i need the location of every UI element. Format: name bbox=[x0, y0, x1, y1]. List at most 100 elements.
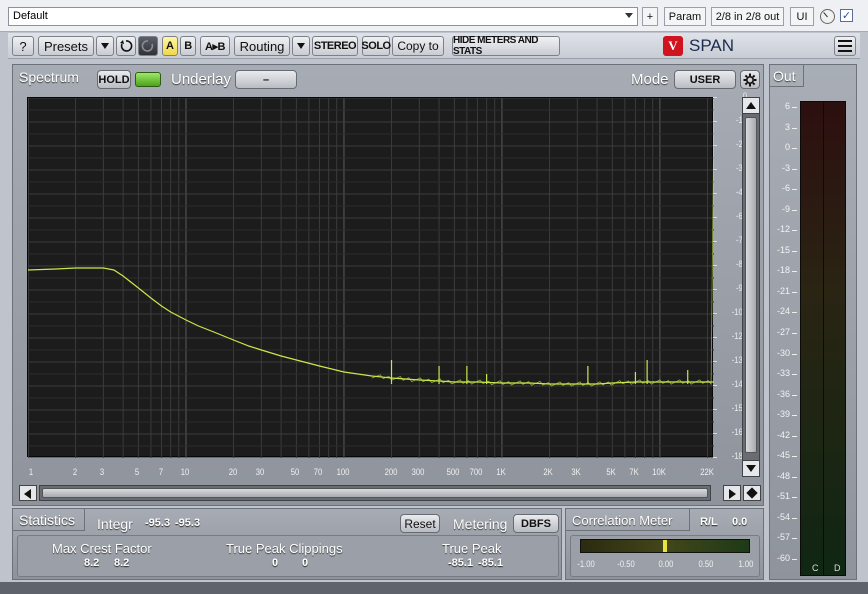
out-tick-label: -54 bbox=[776, 511, 790, 522]
crest-factor-label: Max Crest Factor bbox=[52, 541, 152, 556]
y-tick-mark bbox=[713, 121, 717, 122]
x-tick-label: 10 bbox=[180, 467, 190, 477]
arrow-down-icon bbox=[746, 465, 756, 472]
y-tick-mark bbox=[713, 265, 717, 266]
span-plugin-window: Default + Param 2/8 in 2/8 out UI ✓ ? Pr… bbox=[0, 0, 868, 594]
correlation-marker bbox=[663, 540, 667, 552]
x-tick-label: 7K bbox=[629, 467, 640, 477]
out-tick-mark bbox=[792, 250, 797, 252]
integr-label: Integr bbox=[97, 516, 133, 532]
menu-button[interactable] bbox=[834, 36, 856, 56]
hide-meters-button[interactable]: HIDE METERS AND STATS bbox=[452, 35, 560, 57]
a-button[interactable]: A bbox=[162, 36, 178, 56]
correlation-mode-label: R/L bbox=[700, 516, 718, 528]
chevron-down-icon bbox=[101, 43, 109, 49]
param-button[interactable]: Param bbox=[664, 7, 706, 26]
gear-icon bbox=[743, 73, 757, 86]
horizontal-scrollbar[interactable] bbox=[19, 485, 761, 501]
out-tick-label: -15 bbox=[776, 244, 790, 255]
copy-to-button[interactable]: Copy to bbox=[392, 36, 444, 56]
voxengo-logo-icon: V bbox=[663, 36, 683, 56]
presets-dropdown-button[interactable] bbox=[96, 36, 114, 56]
out-tick-mark bbox=[792, 394, 797, 396]
true-peak-clippings-label: True Peak Clippings bbox=[226, 541, 343, 556]
ui-button[interactable]: UI bbox=[790, 7, 814, 26]
y-tick-mark bbox=[713, 409, 717, 410]
y-tick-mark bbox=[713, 433, 717, 434]
scroll-down-button[interactable] bbox=[743, 460, 759, 476]
undo-button[interactable] bbox=[116, 36, 136, 56]
routing-button[interactable]: Routing bbox=[234, 36, 290, 56]
presets-button[interactable]: Presets bbox=[38, 36, 94, 56]
scroll-up-button[interactable] bbox=[743, 98, 759, 114]
host-status-strip bbox=[0, 582, 868, 594]
correlation-bar bbox=[580, 539, 750, 553]
hold-button[interactable]: HOLD bbox=[97, 70, 131, 89]
out-tick-mark bbox=[792, 230, 797, 232]
preset-dropdown[interactable]: Default bbox=[8, 7, 638, 26]
help-button[interactable]: ? bbox=[12, 36, 34, 56]
out-tick-mark bbox=[792, 209, 797, 211]
out-tick-label: 3 bbox=[784, 121, 790, 132]
x-tick-label: 7 bbox=[158, 467, 163, 477]
settings-button[interactable] bbox=[740, 70, 760, 89]
x-tick-label: 700 bbox=[470, 467, 483, 477]
channel-c-label: C bbox=[812, 563, 819, 573]
scroll-right-button[interactable] bbox=[723, 485, 741, 501]
io-button[interactable]: 2/8 in 2/8 out bbox=[711, 7, 784, 26]
metering-select[interactable]: DBFS bbox=[513, 514, 559, 533]
stereo-button[interactable]: STEREO bbox=[312, 36, 358, 56]
out-tick-label: -6 bbox=[781, 183, 790, 194]
reset-button[interactable]: Reset bbox=[400, 514, 440, 533]
x-tick-label: 50 bbox=[291, 467, 300, 477]
out-tick-mark bbox=[792, 353, 797, 355]
underlay-label: Underlay bbox=[171, 71, 232, 88]
out-tick-label: -21 bbox=[776, 285, 790, 296]
correlation-tick-label: -0.50 bbox=[617, 559, 635, 569]
correlation-tick-label: 0.50 bbox=[698, 559, 714, 569]
x-tick-label: 100 bbox=[336, 467, 350, 477]
crest-right-value: 8.2 bbox=[114, 557, 130, 569]
zoom-reset-button[interactable] bbox=[743, 485, 761, 501]
correlation-tick-label: 0.00 bbox=[658, 559, 674, 569]
chevron-down-icon bbox=[297, 43, 305, 49]
scroll-left-button[interactable] bbox=[19, 485, 37, 501]
out-tick-label: -3 bbox=[781, 162, 790, 173]
horizontal-scroll-thumb[interactable] bbox=[42, 488, 708, 498]
out-tick-label: -30 bbox=[776, 347, 790, 358]
out-tick-mark bbox=[792, 168, 797, 170]
y-tick-mark bbox=[713, 457, 717, 458]
y-tick-mark bbox=[713, 145, 717, 146]
hold-indicator[interactable] bbox=[135, 72, 161, 87]
y-tick-mark bbox=[713, 337, 717, 338]
underlay-select[interactable]: – bbox=[235, 70, 297, 89]
wet-knob[interactable] bbox=[820, 9, 835, 24]
horizontal-scroll-track[interactable] bbox=[39, 485, 711, 501]
arrow-right-icon bbox=[729, 489, 736, 499]
a-to-b-button[interactable]: A▸B bbox=[200, 36, 230, 56]
x-tick-label: 1 bbox=[28, 467, 34, 477]
bypass-checkbox[interactable]: ✓ bbox=[840, 9, 853, 22]
hamburger-icon bbox=[838, 40, 852, 52]
out-tick-mark bbox=[792, 559, 797, 560]
statistics-values: Max Crest Factor 8.2 8.2 True Peak Clipp… bbox=[17, 535, 559, 577]
x-tick-label: 300 bbox=[411, 467, 425, 477]
vertical-scroll-thumb[interactable] bbox=[745, 117, 757, 453]
spectrum-graph[interactable] bbox=[27, 97, 715, 459]
out-tick-mark bbox=[792, 107, 797, 108]
diamond-icon bbox=[746, 487, 758, 499]
solo-button[interactable]: SOLO bbox=[361, 36, 391, 56]
x-tick-label: 2 bbox=[72, 467, 77, 477]
out-tick-label: -39 bbox=[776, 409, 790, 420]
dropdown-arrow-icon bbox=[625, 13, 633, 18]
x-tick-label: 3K bbox=[571, 467, 581, 477]
routing-dropdown-button[interactable] bbox=[292, 36, 310, 56]
add-preset-button[interactable]: + bbox=[642, 7, 658, 26]
redo-button[interactable] bbox=[138, 36, 158, 56]
correlation-tab: Correlation Meter bbox=[566, 509, 690, 531]
mode-select[interactable]: USER bbox=[674, 70, 736, 89]
arrow-left-icon bbox=[24, 489, 31, 499]
vertical-scrollbar[interactable] bbox=[742, 97, 760, 477]
spectrum-plot bbox=[27, 97, 715, 459]
b-button[interactable]: B bbox=[180, 36, 196, 56]
